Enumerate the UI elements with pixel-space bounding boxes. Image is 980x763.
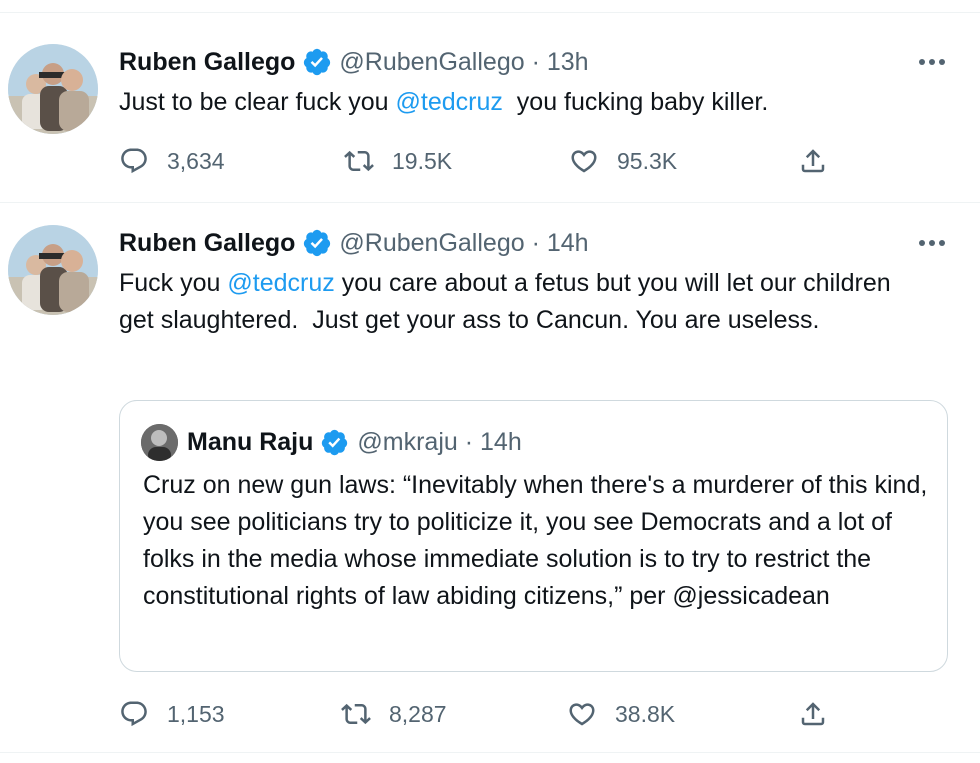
quoted-text: Cruz on new gun laws: “Inevitably when t… [143,471,928,610]
more-icon [919,240,945,246]
like-count: 38.8K [615,700,676,727]
verified-badge-icon [304,229,331,257]
bottom-divider [0,752,980,753]
author-name[interactable]: Ruben Gallego [119,229,295,258]
tweet-text: Fuck you @tedcruz you care about a fetus… [119,265,909,339]
quoted-tweet[interactable]: Manu Raju @mkraju · 14h Cruz on new gun … [119,400,948,672]
reply-icon [121,701,147,727]
tweet-actions: 1,153 8,287 38.8K [119,694,839,734]
tweet-2[interactable]: Ruben Gallego @RubenGallego · 14h Fuck y… [0,0,980,763]
quoted-header: Manu Raju @mkraju · 14h [187,424,522,461]
mention-link[interactable]: @tedcruz [227,269,334,297]
quoted-author-name: Manu Raju [187,428,314,456]
text-segment: Fuck you [119,269,228,297]
verified-badge-icon [322,429,348,456]
retweet-button[interactable]: 8,287 [341,694,447,734]
reply-button[interactable]: 1,153 [119,694,225,734]
more-options-button[interactable] [908,226,956,260]
share-button[interactable] [798,694,828,734]
author-handle-time[interactable]: @RubenGallego · 14h [339,229,588,258]
tweet-header: Ruben Gallego @RubenGallego · 14h [119,226,589,260]
like-button[interactable]: 38.8K [567,694,675,734]
reply-count: 1,153 [167,700,225,727]
author-avatar[interactable] [8,225,98,315]
share-icon [801,702,825,726]
quoted-author-avatar [141,424,178,461]
retweet-icon [341,703,371,725]
heart-icon [569,703,595,726]
retweet-count: 8,287 [389,700,447,727]
quoted-handle-time: @mkraju · 14h [357,428,522,456]
